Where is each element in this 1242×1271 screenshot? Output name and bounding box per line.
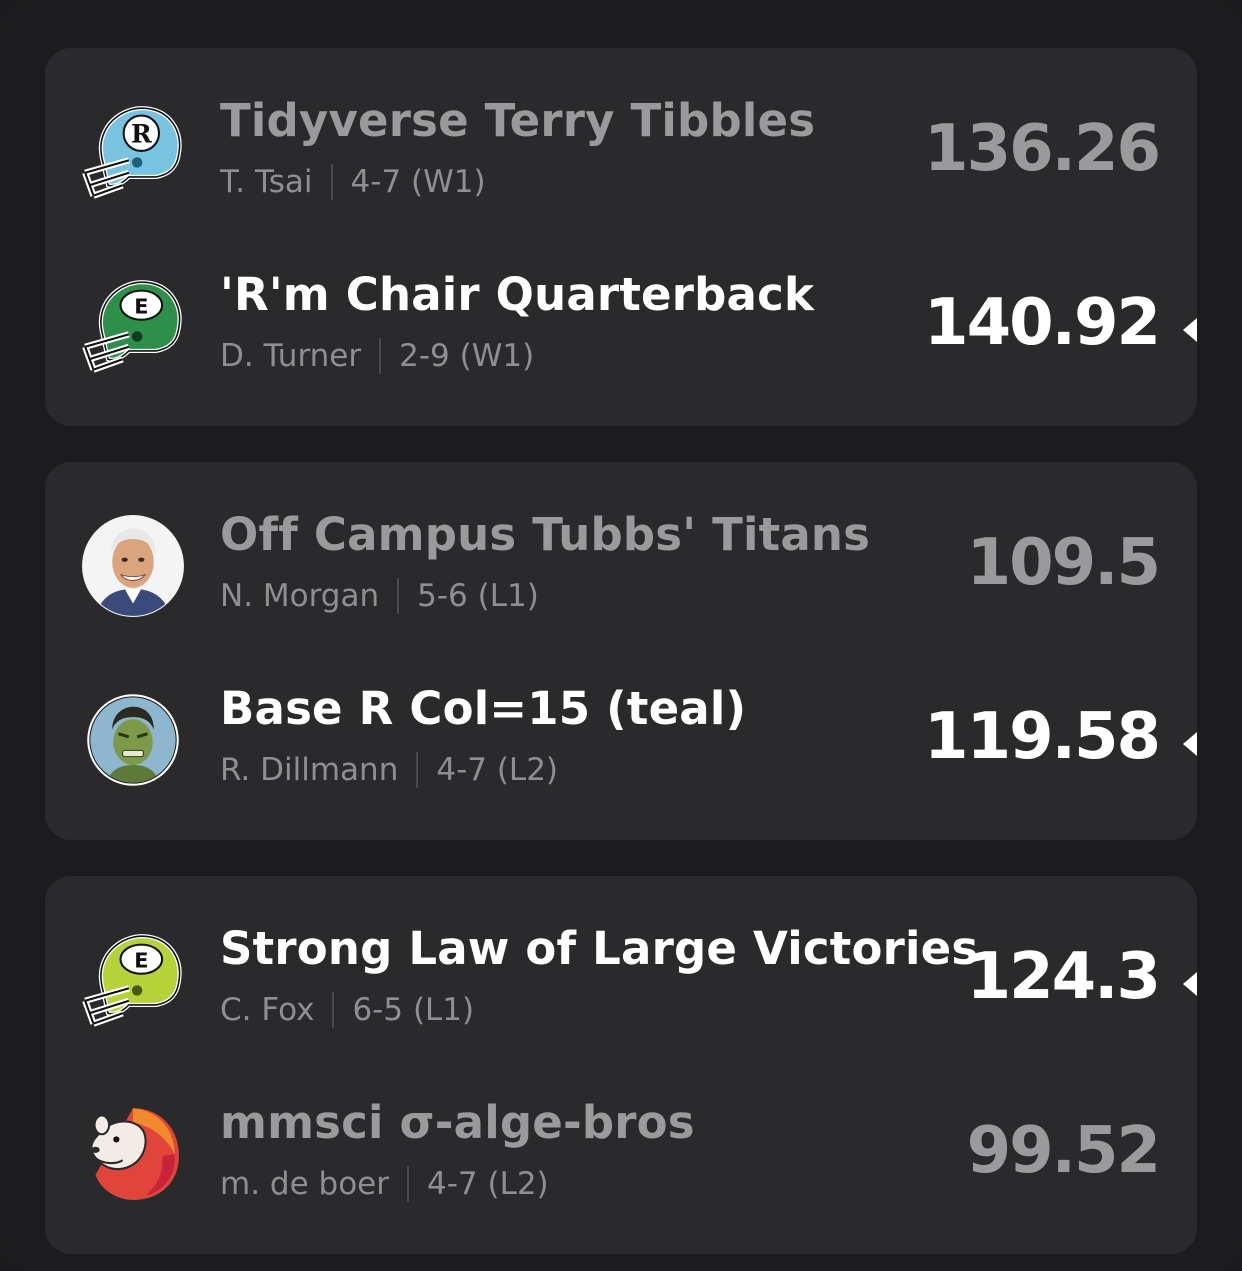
divider	[379, 338, 382, 374]
team-name[interactable]: Tidyverse Terry Tibbles	[220, 94, 815, 147]
team-name[interactable]: Strong Law of Large Victories	[220, 922, 978, 975]
team-record: 5-6 (L1)	[417, 578, 539, 614]
team-score: 136.26	[924, 112, 1161, 186]
team-record: 2-9 (W1)	[399, 338, 535, 374]
team-row[interactable]: Off Campus Tubbs' Titans N. Morgan 5-6 (…	[45, 492, 1197, 642]
winner-arrow-icon	[1183, 972, 1197, 996]
svg-text:E: E	[134, 295, 148, 319]
lion-avatar-icon	[81, 1102, 185, 1206]
team-row[interactable]: R Tidyverse Terry Tibbles T. Tsai 4-7 (W…	[45, 78, 1197, 228]
team-name[interactable]: Off Campus Tubbs' Titans	[220, 508, 870, 561]
team-score: 109.5	[966, 526, 1161, 600]
team-meta: T. Tsai 4-7 (W1)	[220, 164, 486, 200]
team-record: 4-7 (L2)	[426, 1166, 549, 1202]
team-row[interactable]: mmsci σ-alge-bros m. de boer 4-7 (L2) 99…	[45, 1080, 1197, 1230]
team-name[interactable]: 'R'm Chair Quarterback	[220, 268, 814, 321]
divider	[330, 164, 333, 200]
team-score: 99.52	[966, 1114, 1161, 1188]
hulk-avatar-icon	[81, 688, 185, 792]
matchup-card[interactable]: E Strong Law of Large Victories C. Fox 6…	[45, 876, 1197, 1254]
divider	[397, 578, 400, 614]
helmet-r-icon: R	[81, 100, 185, 204]
team-score: 119.58	[924, 700, 1161, 774]
divider	[332, 992, 335, 1028]
matchup-card[interactable]: R Tidyverse Terry Tibbles T. Tsai 4-7 (W…	[45, 48, 1197, 426]
owner-name: N. Morgan	[220, 578, 380, 614]
team-meta: D. Turner 2-9 (W1)	[220, 338, 534, 374]
svg-text:R: R	[131, 120, 152, 149]
team-meta: m. de boer 4-7 (L2)	[220, 1166, 549, 1202]
team-record: 6-5 (L1)	[352, 992, 475, 1028]
matchup-card[interactable]: Off Campus Tubbs' Titans N. Morgan 5-6 (…	[45, 462, 1197, 840]
owner-name: m. de boer	[220, 1166, 389, 1202]
team-meta: R. Dillmann 4-7 (L2)	[220, 752, 558, 788]
team-meta: N. Morgan 5-6 (L1)	[220, 578, 539, 614]
scoreboard-container: R Tidyverse Terry Tibbles T. Tsai 4-7 (W…	[0, 0, 1242, 1271]
divider	[416, 752, 419, 788]
team-name[interactable]: Base R Col=15 (teal)	[220, 682, 746, 735]
team-row[interactable]: Base R Col=15 (teal) R. Dillmann 4-7 (L2…	[45, 666, 1197, 816]
team-name[interactable]: mmsci σ-alge-bros	[220, 1096, 695, 1149]
winner-arrow-icon	[1183, 318, 1197, 342]
owner-name: R. Dillmann	[220, 752, 399, 788]
helmet-e-icon: E	[81, 928, 185, 1032]
team-score: 124.3	[966, 940, 1161, 1014]
person-photo-icon	[81, 514, 185, 618]
helmet-e-icon: E	[81, 274, 185, 378]
team-score: 140.92	[924, 286, 1161, 360]
winner-arrow-icon	[1183, 732, 1197, 756]
team-row[interactable]: E Strong Law of Large Victories C. Fox 6…	[45, 906, 1197, 1056]
owner-name: T. Tsai	[220, 164, 313, 200]
team-meta: C. Fox 6-5 (L1)	[220, 992, 474, 1028]
team-row[interactable]: E 'R'm Chair Quarterback D. Turner 2-9 (…	[45, 252, 1197, 402]
owner-name: C. Fox	[220, 992, 315, 1028]
team-record: 4-7 (W1)	[350, 164, 486, 200]
owner-name: D. Turner	[220, 338, 362, 374]
team-record: 4-7 (L2)	[436, 752, 559, 788]
svg-text:E: E	[134, 949, 148, 973]
divider	[406, 1166, 409, 1202]
